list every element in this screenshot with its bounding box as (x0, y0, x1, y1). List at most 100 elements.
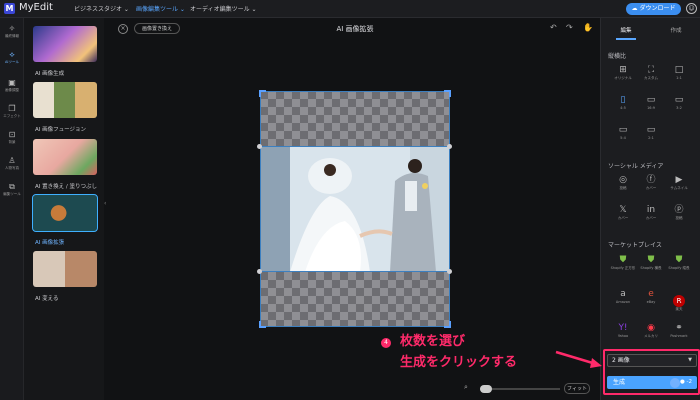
market-shopify-portrait[interactable]: ⛊ Shopify 縦長 (665, 254, 693, 278)
step-number-badge: 4 (381, 338, 391, 348)
tool-thumb-ai-change[interactable] (33, 251, 97, 287)
rail-item-latest[interactable]: ✧ 最終情報 (0, 24, 24, 46)
nav-image-tools[interactable]: 画像編集ツール ⌄ (136, 4, 185, 13)
sparkle-icon: ✧ (8, 24, 16, 33)
tool-thumb-ai-expand[interactable] (32, 194, 98, 232)
pan-hand-icon[interactable]: ✋ (583, 23, 593, 32)
tool-label-ai-expand[interactable]: AI 画像拡張 (35, 238, 64, 246)
zoom-slider-track[interactable] (480, 388, 560, 390)
ratio-original[interactable]: ⊞ オリジナル (609, 64, 637, 88)
photo-top-edge (260, 146, 450, 147)
fit-button[interactable]: フィット (564, 383, 590, 394)
market-section-title: マーケットプレイス (608, 242, 662, 249)
ebay-icon: e (648, 289, 654, 299)
ratio-4-5[interactable]: ▯ 4:5 (609, 94, 637, 118)
zoom-bar: ⌕ フィット (460, 383, 590, 395)
annotation-line-1: 枚数を選び (400, 334, 466, 349)
tools-panel: AI 画像生成 AI 画像フュージョン AI 置き換え / 塗りつぶし AI 画… (24, 18, 104, 400)
tool-thumb-ai-image-generation[interactable] (33, 26, 97, 62)
tool-label-ai-image-generation[interactable]: AI 画像生成 (35, 69, 64, 77)
undo-icon[interactable]: ↶ (550, 23, 557, 32)
canvas-header: × 画像置き換え AI 画像拡張 ↶ ↷ ✋ (110, 18, 600, 40)
custom-ratio-icon: ⛶ (647, 65, 655, 75)
person-icon: ♙ (8, 156, 16, 165)
ratio-custom[interactable]: ⛶ カスタム (637, 64, 665, 88)
market-mercari[interactable]: ◉ メルカリ (637, 322, 665, 346)
ratio-1-1[interactable]: □ 1:1 (665, 64, 693, 88)
tool-label-ai-fusion[interactable]: AI 画像フュージョン (35, 125, 86, 133)
social-linkedin-cover[interactable]: in カバー (637, 204, 665, 228)
market-yahoo[interactable]: Y! Yahoo (609, 322, 637, 346)
ratio-5-4[interactable]: ▭ 5:4 (609, 124, 637, 148)
rail-item-effects[interactable]: ❐ エフェクト (0, 104, 24, 126)
tool-label-ai-replace[interactable]: AI 置き換え / 塗りつぶし (35, 182, 97, 190)
collapse-panel-icon[interactable]: ‹ (104, 200, 110, 214)
x-icon: 𝕏 (619, 205, 627, 215)
myedit-logo-icon: M (4, 3, 15, 14)
corner-handle-bottom-right[interactable] (444, 321, 451, 328)
rail-item-background[interactable]: ⊡ 背景 (0, 130, 24, 152)
social-instagram-post[interactable]: ◎ 投稿 (609, 174, 637, 198)
tool-thumb-ai-fusion[interactable] (33, 82, 97, 118)
tool-thumb-ai-replace[interactable] (33, 139, 97, 175)
corner-handle-top-left[interactable] (259, 90, 266, 97)
social-x-cover[interactable]: 𝕏 カバー (609, 204, 637, 228)
ratio-3-2[interactable]: ▭ 3:2 (665, 94, 693, 118)
rail-item-edit-tools[interactable]: ⧉ 編集ツール (0, 182, 24, 204)
ratio-section-title: 縦横比 (608, 53, 627, 60)
background-icon: ⊡ (8, 130, 16, 139)
expand-frame[interactable] (260, 91, 450, 327)
corner-handle-top-right[interactable] (444, 90, 451, 97)
shopify-icon: ⛊ (647, 255, 655, 265)
pinterest-icon: ⓟ (674, 205, 684, 215)
rakuten-icon: R (673, 295, 685, 307)
corner-handle-bottom-left[interactable] (259, 321, 266, 328)
resize-handle[interactable] (257, 144, 262, 149)
landscape-ratio-icon: ▭ (618, 125, 628, 135)
instagram-icon: ◎ (619, 175, 627, 185)
market-shopify-landscape[interactable]: ⛊ Shopify 横長 (637, 254, 665, 278)
user-avatar-icon[interactable]: ☺ (686, 3, 697, 14)
resize-handle[interactable] (257, 269, 262, 274)
social-facebook-cover[interactable]: ⓕ カバー (637, 174, 665, 198)
tool-label-ai-change[interactable]: AI 変える (35, 294, 58, 302)
nav-business-studio[interactable]: ビジネススタジオ ⌄ (74, 4, 129, 13)
market-rakuten[interactable]: R 楽天 (665, 288, 693, 312)
nav-audio-tools[interactable]: オーディオ編集ツール ⌄ (190, 4, 257, 13)
rail-item-image-adjust[interactable]: ▣ 画像調整 (0, 78, 24, 100)
ratio-2-1[interactable]: ▭ 2:1 (637, 124, 665, 148)
zoom-slider-knob[interactable] (480, 385, 492, 393)
tab-create[interactable]: 作成 (651, 26, 700, 34)
rail-item-portrait[interactable]: ♙ 人物写真 (0, 156, 24, 178)
market-ebay[interactable]: e eBay (637, 288, 665, 312)
social-youtube-thumbnail[interactable]: ▶ サムネイル (665, 174, 693, 198)
landscape-ratio-icon: ▭ (674, 95, 684, 105)
redo-icon[interactable]: ↷ (566, 23, 573, 32)
ai-tools-icon: ⟡ (9, 50, 15, 59)
wide-ratio-icon: ▭ (646, 125, 656, 135)
download-button[interactable]: ☁ ダウンロード (626, 3, 681, 15)
market-poshmark[interactable]: ⚭ Poshmark (665, 322, 693, 346)
ratio-16-9[interactable]: ▭ 16:9 (637, 94, 665, 118)
resize-handle[interactable] (447, 144, 452, 149)
yahoo-icon: Y! (618, 323, 628, 333)
tab-active-indicator (616, 38, 636, 40)
close-icon[interactable]: × (118, 24, 128, 34)
facebook-icon: ⓕ (646, 175, 656, 185)
canvas-title: AI 画像拡張 (336, 25, 374, 33)
zoom-icon: ⌕ (464, 383, 468, 391)
market-shopify-square[interactable]: ⛊ Shopify 正方形 (609, 254, 637, 278)
social-pinterest-post[interactable]: ⓟ 投稿 (665, 204, 693, 228)
landscape-ratio-icon: ▭ (646, 95, 656, 105)
market-amazon[interactable]: a Amazon (609, 288, 637, 312)
replace-image-button[interactable]: 画像置き換え (134, 23, 180, 34)
original-ratio-icon: ⊞ (619, 65, 627, 75)
rail-item-ai-tools[interactable]: ⟡ AIツール (0, 50, 24, 72)
left-rail: ✧ 最終情報 ⟡ AIツール ▣ 画像調整 ❐ エフェクト ⊡ 背景 ♙ 人物写真 ⧉ 編集ツ… (0, 18, 24, 400)
right-panel: 編集 作成 縦横比 ⊞ オリジナル ⛶ カスタム □ 1:1 ▯ 4:5 ▭ 16:9 ▭… (600, 18, 700, 400)
shopify-icon: ⛊ (619, 255, 627, 265)
resize-handle[interactable] (447, 269, 452, 274)
tab-edit[interactable]: 編集 (601, 26, 651, 34)
shopify-icon: ⛊ (675, 255, 683, 265)
adjust-icon: ▣ (8, 78, 16, 87)
